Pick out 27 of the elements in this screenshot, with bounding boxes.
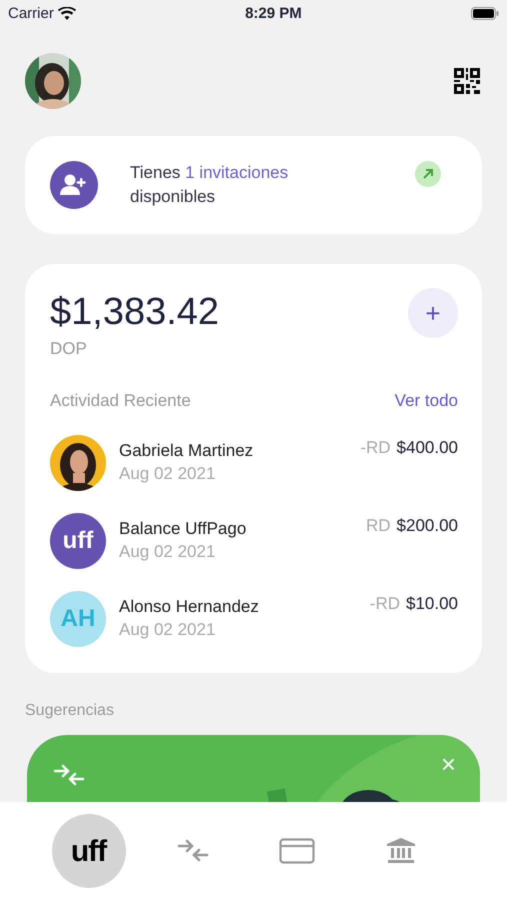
- section-title: Sugerencias: [25, 701, 115, 721]
- contact-name: Gabriela Martinez: [119, 440, 254, 462]
- transaction-amount: $200.00: [396, 515, 458, 537]
- balance-amount: $1,383.42: [50, 290, 220, 335]
- transaction-amount: $400.00: [396, 437, 458, 459]
- logo-avatar: uff: [50, 513, 106, 569]
- invitation-text: Tienes 1 invitaciones disponibles: [130, 162, 290, 208]
- add-user-icon: [50, 161, 98, 209]
- home-tab[interactable]: uff: [52, 814, 126, 888]
- add-button[interactable]: +: [408, 288, 458, 338]
- transaction-date: Aug 02 2021: [119, 619, 216, 641]
- transaction-amount: $10.00: [406, 593, 458, 615]
- currency-prefix: -RD: [370, 593, 400, 615]
- qr-code-icon[interactable]: [454, 68, 480, 94]
- currency-prefix: -RD: [360, 437, 391, 459]
- transaction-date: Aug 02 2021: [119, 541, 216, 563]
- see-all-link[interactable]: Ver todo: [394, 388, 458, 413]
- currency-label: DOP: [50, 338, 88, 360]
- currency-prefix: RD: [366, 515, 391, 537]
- contact-name: Balance UffPago: [119, 518, 246, 540]
- contact-name: Alonso Hernandez: [119, 596, 259, 618]
- carrier-label: Carrier: [8, 4, 54, 24]
- transfer-icon: [53, 763, 85, 787]
- section-title: Actividad Reciente: [50, 390, 191, 412]
- initials-avatar: AH: [50, 591, 106, 647]
- transaction-date: Aug 02 2021: [119, 463, 216, 485]
- clock-time: 8:29 PM: [245, 4, 302, 24]
